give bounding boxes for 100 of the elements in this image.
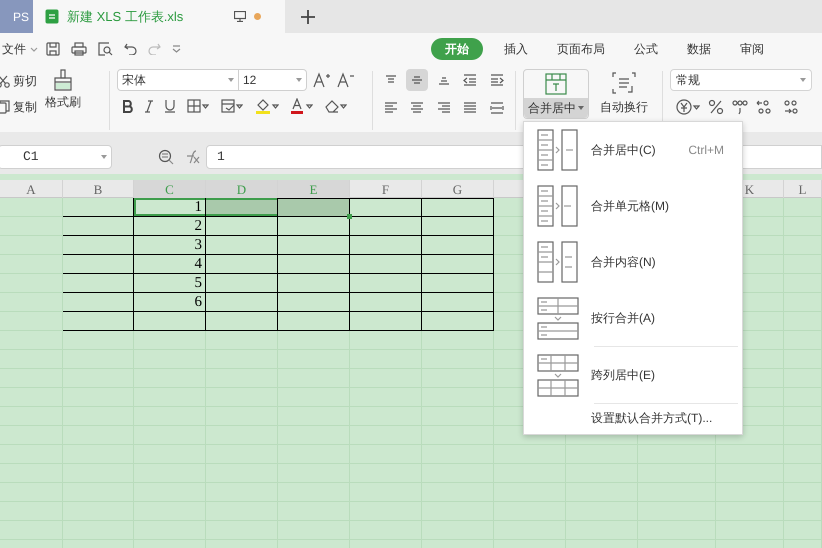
column-header[interactable]: A xyxy=(0,180,63,200)
grid-cell xyxy=(63,312,134,331)
ribbon-tab[interactable]: 数据 xyxy=(679,38,719,60)
table-cell xyxy=(206,255,278,274)
grid-cell xyxy=(63,217,134,236)
table-cell xyxy=(278,274,350,293)
table-cell xyxy=(350,274,422,293)
spreadsheet-icon xyxy=(45,9,59,24)
table-cell xyxy=(278,255,350,274)
grid-cell xyxy=(0,331,63,350)
grid-cell xyxy=(63,293,134,312)
column-header[interactable]: L xyxy=(784,180,822,200)
grid-cell xyxy=(350,331,422,350)
table-cell xyxy=(350,255,422,274)
cell-style-icon[interactable] xyxy=(221,99,243,113)
menu-item[interactable]: 设置默认合并方式(T)... xyxy=(524,404,742,432)
ribbon-tab[interactable]: 审阅 xyxy=(732,38,772,60)
align-right-icon[interactable] xyxy=(436,101,451,115)
italic-icon[interactable] xyxy=(145,100,153,112)
percent-icon[interactable] xyxy=(708,99,724,115)
table-cell xyxy=(350,293,422,312)
thousands-separator-icon[interactable] xyxy=(732,99,748,115)
scissors-icon xyxy=(0,74,10,88)
table-cell xyxy=(422,217,494,236)
increase-indent-icon[interactable] xyxy=(490,73,504,87)
print-icon[interactable] xyxy=(71,42,87,56)
print-preview-icon[interactable] xyxy=(98,42,113,56)
ribbon-tab[interactable]: 公式 xyxy=(626,38,666,60)
customize-icon[interactable] xyxy=(172,45,181,53)
table-cell xyxy=(422,274,494,293)
merge-rows-icon xyxy=(536,296,578,340)
dropdown-arrow-icon xyxy=(800,78,806,82)
table-cell xyxy=(350,217,422,236)
monitor-icon[interactable] xyxy=(234,11,246,22)
merge-center-button[interactable]: 合并居中 xyxy=(523,69,589,119)
table-cell: 4 xyxy=(134,255,206,274)
font-color-icon[interactable] xyxy=(291,98,313,114)
cut-button[interactable]: 剪切 xyxy=(0,72,37,90)
merge-cells-icon xyxy=(545,73,567,95)
table-cell xyxy=(134,312,206,331)
number-format-field[interactable]: 常规 xyxy=(670,69,812,91)
increase-font-icon[interactable] xyxy=(313,72,331,88)
format-painter-button[interactable]: 格式刷 xyxy=(45,69,81,132)
decrease-decimal-icon[interactable] xyxy=(782,99,800,115)
grid-cell xyxy=(0,312,63,331)
menu-item[interactable]: 合并内容(N) xyxy=(524,234,742,290)
decrease-indent-icon[interactable] xyxy=(463,73,478,87)
distributed-icon[interactable] xyxy=(490,101,504,115)
table-cell xyxy=(422,198,494,217)
column-header[interactable]: G xyxy=(422,180,494,200)
table-cell xyxy=(206,312,278,331)
grid-cell xyxy=(63,198,134,217)
paint-brush-icon xyxy=(53,69,73,91)
table-cell: 1 xyxy=(134,198,206,217)
menu-item[interactable]: 跨列居中(E) xyxy=(524,347,742,403)
table-cell xyxy=(422,293,494,312)
grid-cell xyxy=(784,198,822,217)
table-cell xyxy=(206,293,278,312)
ribbon-tab[interactable]: 插入 xyxy=(496,38,536,60)
dropdown-arrow-icon xyxy=(228,78,234,82)
bold-icon[interactable] xyxy=(123,100,133,112)
font-size-field[interactable]: 12 xyxy=(239,69,307,91)
save-icon[interactable] xyxy=(46,42,60,56)
file-menu[interactable]: 文件 xyxy=(2,40,38,58)
fill-color-icon[interactable] xyxy=(255,98,279,114)
copy-button[interactable]: 复制 xyxy=(0,98,37,116)
eraser-icon[interactable] xyxy=(325,99,347,113)
table-cell xyxy=(278,312,350,331)
borders-icon[interactable] xyxy=(187,99,209,113)
table-cell xyxy=(206,274,278,293)
fill-handle[interactable] xyxy=(347,214,352,219)
merge-content-icon xyxy=(536,240,578,284)
justify-icon[interactable] xyxy=(463,101,478,115)
font-name-field[interactable]: 宋体 xyxy=(117,69,239,91)
grid-cell xyxy=(0,217,63,236)
name-box-field[interactable]: C1 xyxy=(0,145,112,169)
grid-cell xyxy=(278,331,350,350)
grid-cell xyxy=(0,293,63,312)
grid-cell xyxy=(63,255,134,274)
dropdown-arrow-icon xyxy=(578,106,584,110)
tab-title: 新建 XLS 工作表.xls xyxy=(67,8,184,26)
table-cell: 6 xyxy=(134,293,206,312)
merge-center-icon xyxy=(536,128,578,172)
undo-icon[interactable] xyxy=(124,43,137,55)
center-across-icon xyxy=(536,354,578,396)
menu-item[interactable]: 按行合并(A) xyxy=(524,290,742,346)
grid-cell xyxy=(134,331,206,350)
currency-icon[interactable] xyxy=(676,99,700,115)
copy-icon xyxy=(0,100,10,114)
grid-cell xyxy=(63,331,134,350)
new-tab-icon[interactable] xyxy=(300,10,314,24)
zoom-icon[interactable] xyxy=(158,149,174,165)
grid-cell xyxy=(0,274,63,293)
align-center-icon[interactable] xyxy=(410,101,424,115)
decrease-font-icon[interactable] xyxy=(337,72,355,88)
underline-icon[interactable] xyxy=(165,99,175,113)
ribbon-tab[interactable]: 页面布局 xyxy=(549,38,613,60)
table-cell xyxy=(278,293,350,312)
align-left-icon[interactable] xyxy=(384,101,398,115)
table-cell: 5 xyxy=(134,274,206,293)
